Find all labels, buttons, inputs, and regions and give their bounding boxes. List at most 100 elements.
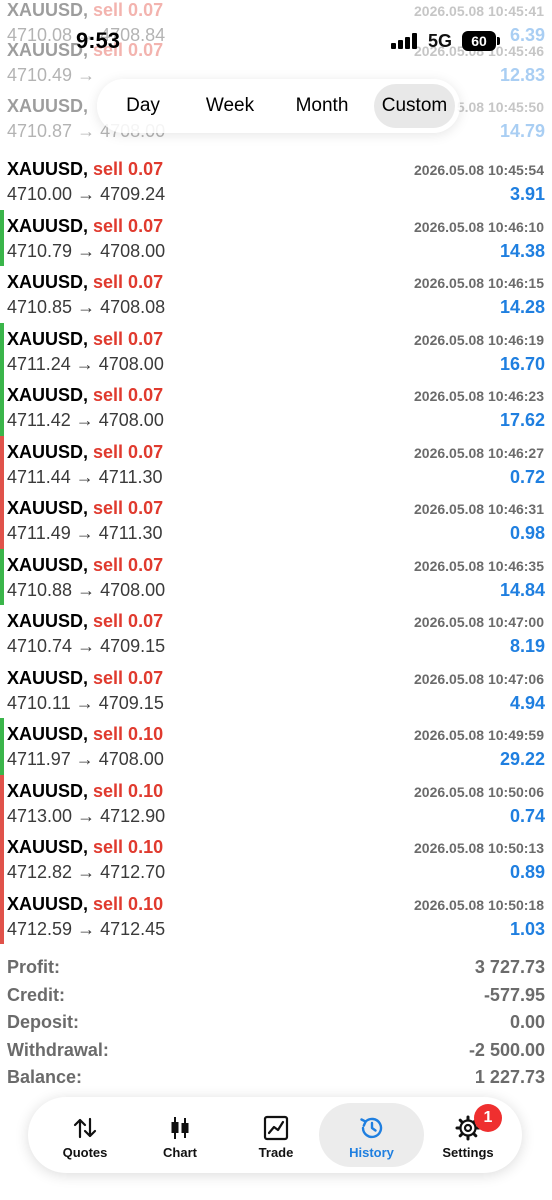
summary-value: 0.00 <box>509 1012 545 1032</box>
trade-time: 2026.05.08 10:46:10 <box>414 218 544 235</box>
trade-side-volume: sell 0.07 <box>93 667 164 688</box>
open-price: 4710.88 <box>7 579 73 600</box>
summary-label: Balance: <box>7 1067 83 1087</box>
trade-row[interactable]: XAUUSD, sell 0.07 4710.85 → 4708.08 2026.0… <box>0 266 552 323</box>
close-price: 4709.15 <box>100 636 166 656</box>
result-color-bar <box>0 153 4 210</box>
trade-side-volume: sell 0.07 <box>93 385 164 405</box>
result-color-bar <box>0 605 4 662</box>
trade-side-volume: sell 0.07 <box>93 611 164 631</box>
trade-symbol: XAUUSD, sell 0.07 <box>7 272 163 293</box>
summary-credit: Credit: -577.95 <box>0 982 552 1010</box>
trade-side-volume: sell 0.07 <box>93 328 164 349</box>
arrow-right-icon: → <box>77 579 96 600</box>
period-month[interactable]: Month <box>277 84 367 128</box>
trade-prices: 4710.74 → 4709.15 <box>7 636 165 657</box>
trade-prices: 4710.79 → 4708.00 <box>7 241 165 262</box>
trade-row[interactable]: XAUUSD, sell 0.07 4710.79 → 4708.00 2026.0… <box>0 209 552 266</box>
close-price: 4711.30 <box>98 466 163 487</box>
close-price: 4708.00 <box>100 240 166 261</box>
tab-label: Settings <box>442 1145 494 1160</box>
trade-symbol: XAUUSD, sell 0.07 <box>7 555 163 576</box>
trade-side-volume: sell 0.10 <box>93 893 164 914</box>
tab-trade[interactable]: Trade <box>232 1103 320 1167</box>
summary-deposit: Deposit: 0.00 <box>0 1009 552 1037</box>
arrow-right-icon: → <box>77 918 96 939</box>
trade-prices: 4710.00 → 4709.24 <box>7 184 165 205</box>
trade-profit: 4.94 <box>509 692 545 713</box>
trade-row[interactable]: XAUUSD, sell 0.07 4710.88 → 4708.00 2026.0… <box>0 548 552 605</box>
result-color-bar <box>0 887 4 944</box>
trade-row[interactable]: XAUUSD, sell 0.07 4710.00 → 4709.24 2026.0… <box>0 153 552 210</box>
summary-label: Profit: <box>7 957 60 977</box>
trade-row[interactable]: XAUUSD, sell 0.07 4710.11 → 4709.15 2026.0… <box>0 662 552 719</box>
arrow-right-icon: → <box>75 523 94 543</box>
open-price: 4710.74 <box>7 636 73 656</box>
trade-row[interactable]: XAUUSD, sell 0.10 4712.82 → 4712.70 2026.0… <box>0 831 552 888</box>
trade-symbol: XAUUSD, sell 0.10 <box>7 724 163 745</box>
trade-time: 2026.05.08 10:47:00 <box>414 614 544 630</box>
period-day[interactable]: Day <box>103 84 183 128</box>
trade-row[interactable]: XAUUSD, sell 0.07 4711.44 → 4711.30 2026.0… <box>0 435 552 492</box>
open-price: 4713.00 <box>7 805 73 826</box>
close-price: 4708.00 <box>98 353 164 374</box>
close-price: 4708.08 <box>100 297 166 317</box>
result-color-bar <box>0 379 4 436</box>
settings-notification-badge: 1 <box>474 1104 502 1132</box>
arrow-right-icon: → <box>77 805 96 826</box>
trade-symbol: XAUUSD, sell 0.07 <box>7 385 163 406</box>
symbol-name: XAUUSD, <box>7 328 89 349</box>
period-custom[interactable]: Custom <box>374 84 455 128</box>
close-price: 4709.15 <box>98 692 164 713</box>
tab-label: Chart <box>163 1145 197 1160</box>
trade-symbol: XAUUSD, sell 0.07 <box>7 159 163 180</box>
tab-quotes[interactable]: Quotes <box>42 1103 128 1167</box>
symbol-name: XAUUSD, <box>7 780 89 801</box>
trade-time: 2026.05.08 10:46:19 <box>414 331 544 348</box>
trade-row[interactable]: XAUUSD, sell 0.07 4711.49 → 4711.30 2026.0… <box>0 492 552 549</box>
history-clock-icon <box>359 1117 382 1139</box>
tab-history[interactable]: History <box>319 1103 424 1167</box>
trade-symbol: XAUUSD, sell 0.10 <box>7 894 163 915</box>
close-price: 4712.45 <box>100 918 166 939</box>
period-week[interactable]: Week <box>189 84 271 128</box>
trade-side-volume: sell 0.07 <box>93 215 164 236</box>
trade-row[interactable]: XAUUSD, sell 0.10 4713.00 → 4712.90 2026.0… <box>0 774 552 831</box>
arrow-right-icon: → <box>75 466 94 487</box>
candlestick-icon <box>171 1117 189 1139</box>
trade-time: 2026.05.08 10:47:06 <box>414 670 544 687</box>
arrow-right-icon: → <box>77 862 96 882</box>
arrow-right-icon: → <box>77 636 96 656</box>
symbol-name: XAUUSD, <box>7 667 89 688</box>
summary-withdrawal: Withdrawal: -2 500.00 <box>0 1037 552 1065</box>
summary-balance: Balance: 1 227.73 <box>0 1064 552 1092</box>
summary-label: Withdrawal: <box>7 1039 109 1060</box>
trade-row[interactable]: XAUUSD, sell 0.10 4712.59 → 4712.45 2026.0… <box>0 887 552 944</box>
summary-value: 1 227.73 <box>474 1067 545 1087</box>
trade-side-volume: sell 0.10 <box>93 837 164 857</box>
trade-row[interactable]: XAUUSD, sell 0.07 4711.42 → 4708.00 2026.0… <box>0 379 552 436</box>
trade-prices: 4710.11 → 4709.15 <box>7 693 164 714</box>
trade-row[interactable]: XAUUSD, sell 0.07 4711.24 → 4708.00 2026.0… <box>0 322 552 379</box>
trade-symbol: XAUUSD, sell 0.07 <box>7 442 163 463</box>
trade-profit: 14.38 <box>499 240 545 261</box>
trade-time: 2026.05.08 10:50:13 <box>414 840 544 856</box>
trade-symbol: XAUUSD, sell 0.07 <box>7 329 163 350</box>
signal-strength-icon <box>391 33 421 49</box>
trade-prices: 4710.85 → 4708.08 <box>7 297 165 318</box>
close-price: 4708.00 <box>100 579 166 600</box>
open-price: 4712.82 <box>7 862 73 882</box>
trade-row[interactable]: XAUUSD, sell 0.07 4710.74 → 4709.15 2026.0… <box>0 605 552 662</box>
summary-profit: Profit: 3 727.73 <box>0 954 552 982</box>
trade-profit: 17.62 <box>499 410 545 430</box>
tab-label: History <box>349 1145 394 1160</box>
trade-side-volume: sell 0.10 <box>93 724 164 744</box>
tab-chart[interactable]: Chart <box>136 1103 224 1167</box>
bottom-tab-bar: Quotes Chart Trade History Settings <box>28 1097 522 1173</box>
arrow-right-icon: → <box>77 121 96 141</box>
trade-profit: 0.74 <box>509 805 545 826</box>
trade-row[interactable]: XAUUSD, sell 0.10 4711.97 → 4708.00 2026.0… <box>0 718 552 775</box>
trade-profit: 0.89 <box>509 862 545 882</box>
trade-profit: 0.98 <box>509 523 545 543</box>
symbol-name: XAUUSD, <box>7 554 89 575</box>
